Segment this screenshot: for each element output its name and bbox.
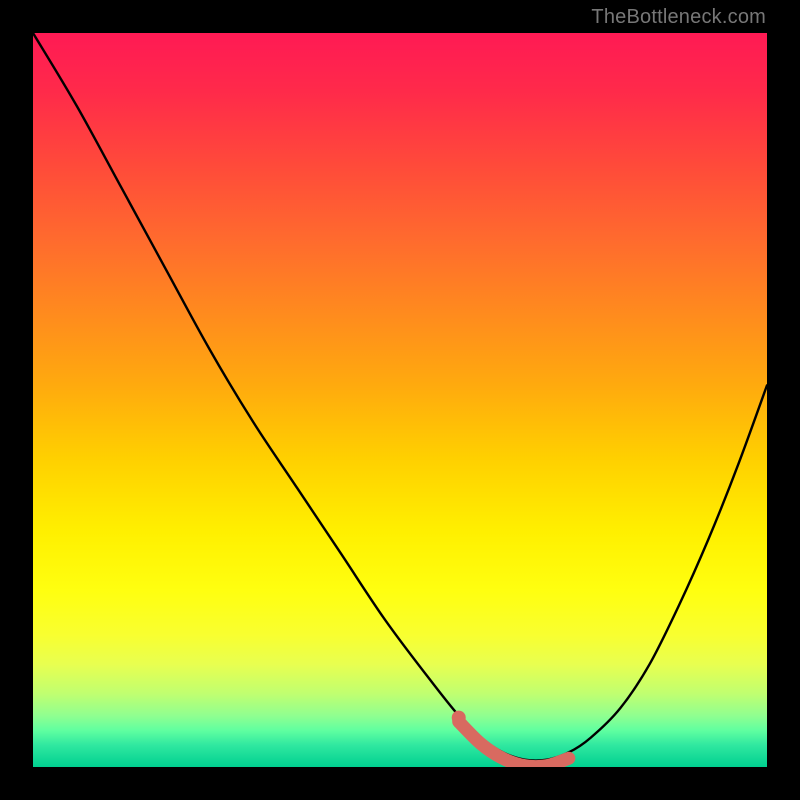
attribution-text: TheBottleneck.com	[591, 6, 766, 29]
plot-area	[33, 33, 767, 767]
curve-svg	[33, 33, 767, 767]
optimal-band-dot-left	[452, 711, 466, 725]
optimal-band-path	[459, 722, 569, 767]
bottleneck-curve	[33, 33, 767, 761]
chart-container: TheBottleneck.com	[0, 0, 800, 800]
optimal-band	[452, 711, 569, 767]
